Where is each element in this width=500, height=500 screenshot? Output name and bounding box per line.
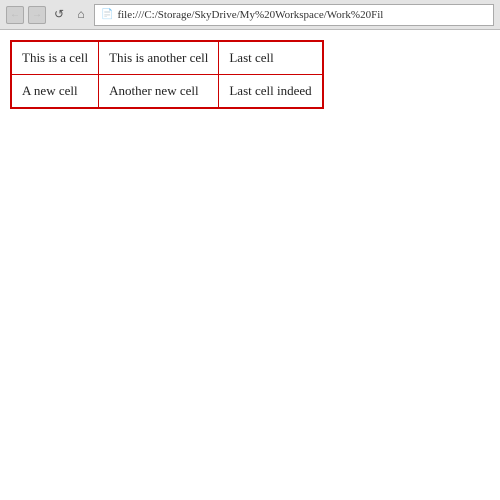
table-cell-r1-c1: Another new cell (99, 75, 219, 109)
reload-icon: ↺ (54, 7, 64, 22)
table-row: This is a cellThis is another cellLast c… (11, 41, 323, 75)
table-row: A new cellAnother new cellLast cell inde… (11, 75, 323, 109)
back-button[interactable]: ← (6, 6, 24, 24)
browser-window: ← → ↺ ⌂ 📄 file:///C:/Storage/SkyDrive/My… (0, 0, 500, 500)
home-icon: ⌂ (77, 7, 84, 22)
address-bar[interactable]: 📄 file:///C:/Storage/SkyDrive/My%20Works… (94, 4, 494, 26)
reload-button[interactable]: ↺ (50, 6, 68, 24)
table-cell-r0-c1: This is another cell (99, 41, 219, 75)
page-content: This is a cellThis is another cellLast c… (0, 30, 500, 500)
data-table: This is a cellThis is another cellLast c… (10, 40, 324, 109)
page-icon: 📄 (101, 9, 113, 20)
home-button[interactable]: ⌂ (72, 6, 90, 24)
forward-button[interactable]: → (28, 6, 46, 24)
table-cell-r1-c2: Last cell indeed (219, 75, 323, 109)
back-icon: ← (10, 9, 20, 20)
table-cell-r1-c0: A new cell (11, 75, 99, 109)
forward-icon: → (32, 9, 42, 20)
browser-toolbar: ← → ↺ ⌂ 📄 file:///C:/Storage/SkyDrive/My… (0, 0, 500, 30)
address-text: file:///C:/Storage/SkyDrive/My%20Workspa… (117, 9, 383, 21)
table-cell-r0-c0: This is a cell (11, 41, 99, 75)
table-cell-r0-c2: Last cell (219, 41, 323, 75)
